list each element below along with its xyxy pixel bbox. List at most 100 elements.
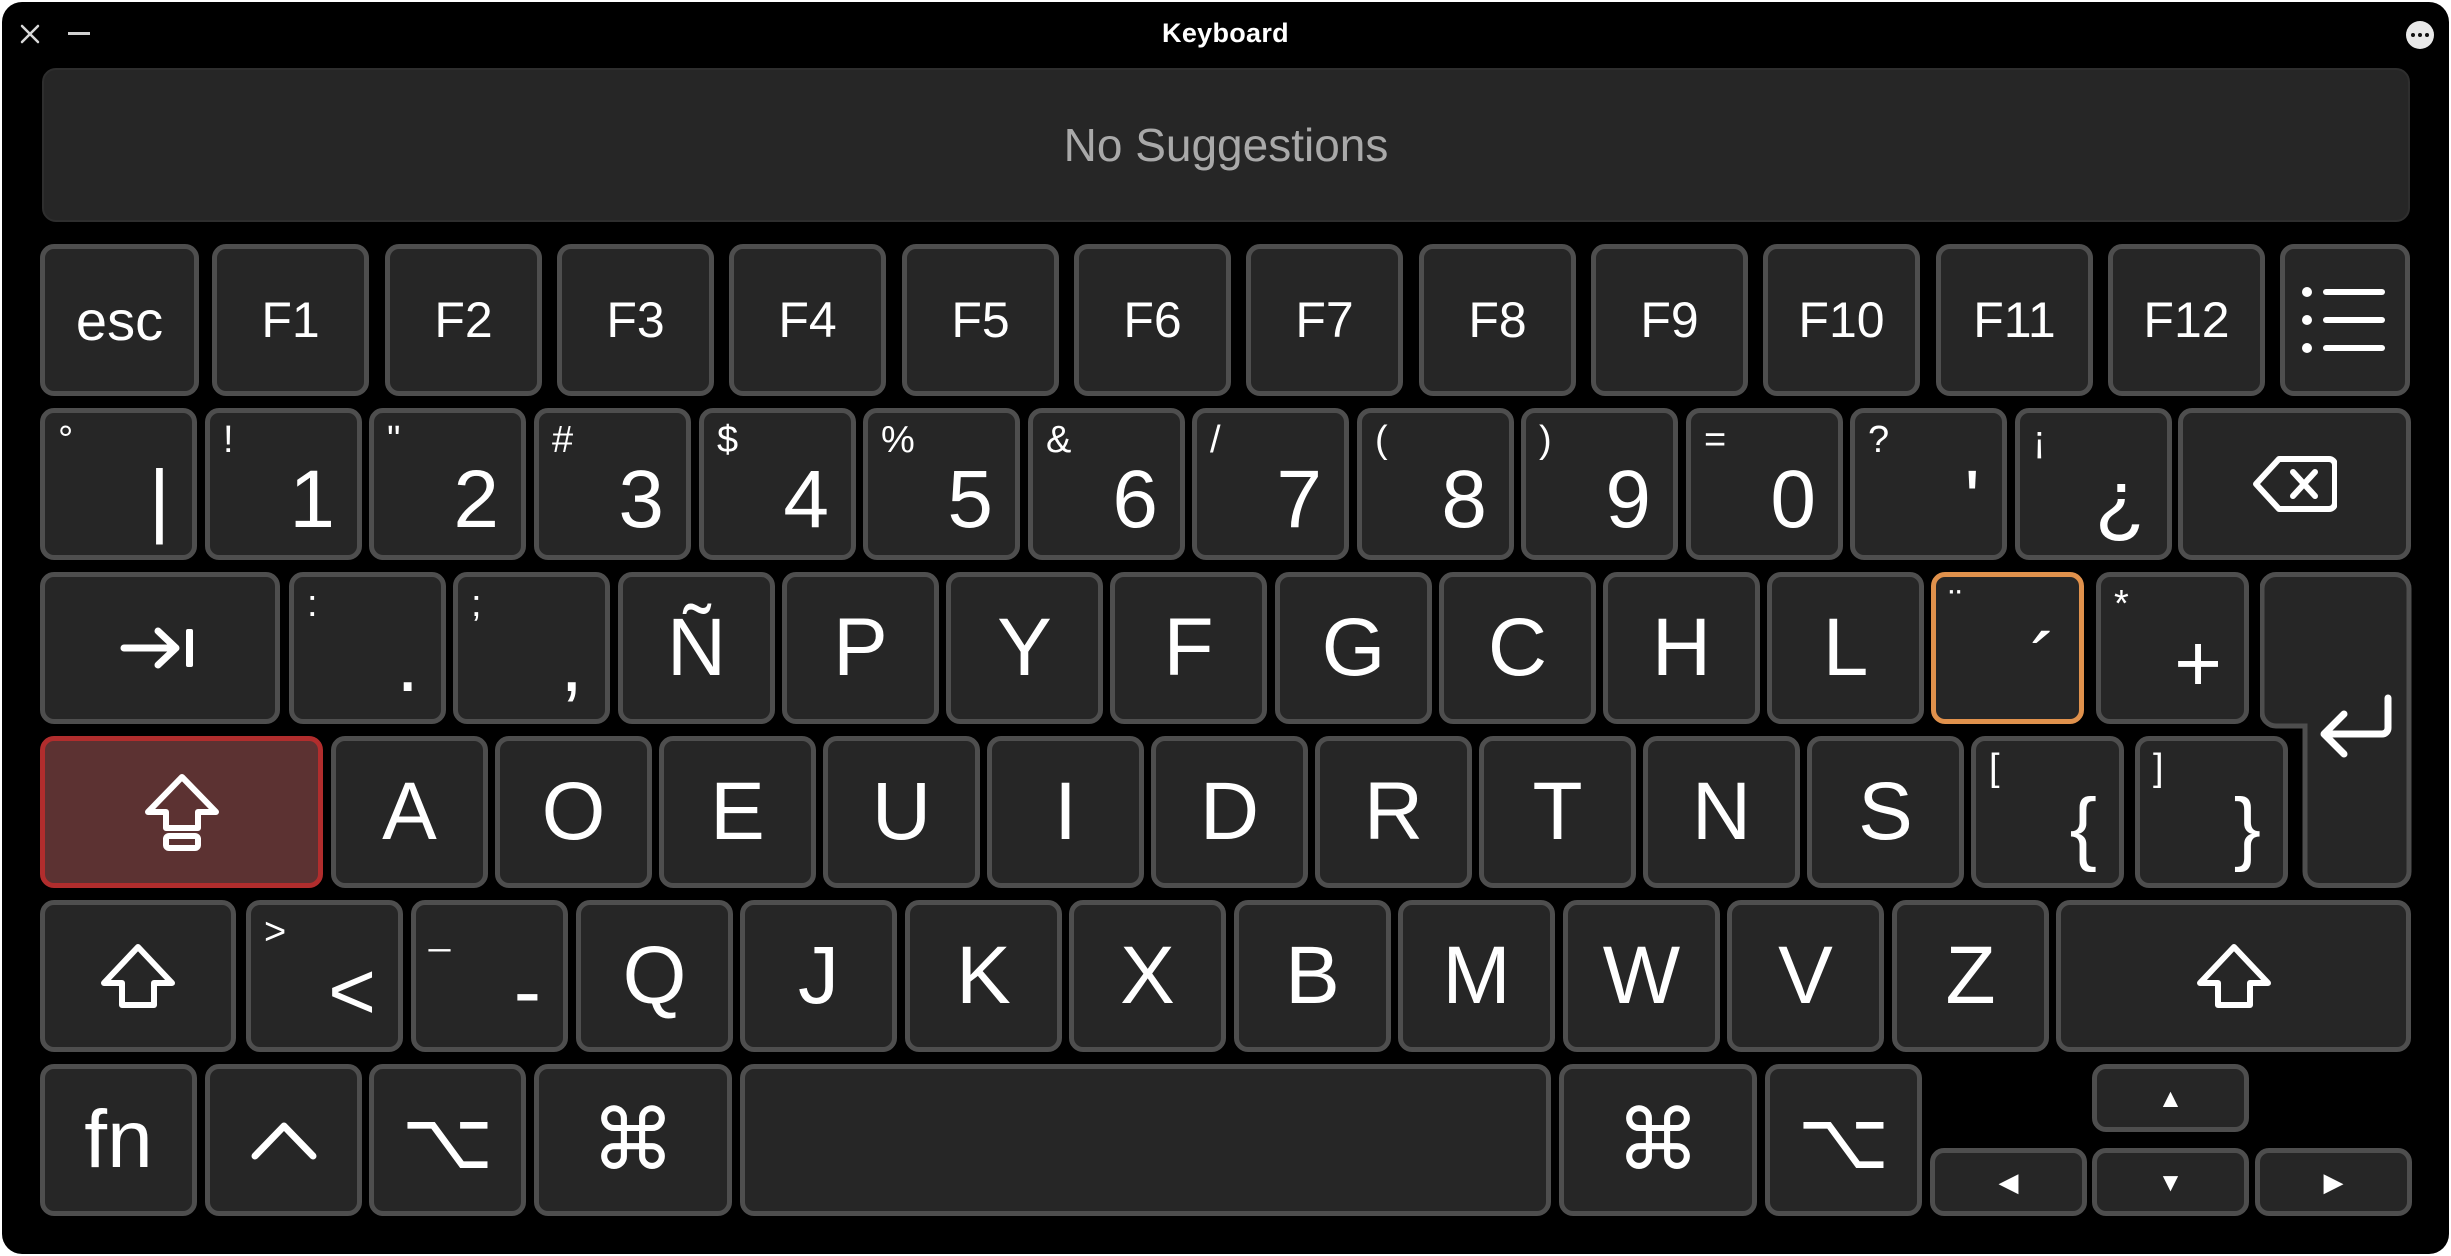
key-sup: % <box>881 419 915 461</box>
key-main: Z <box>1945 930 1996 1021</box>
f8-key[interactable]: F8 <box>1419 244 1576 396</box>
key-7[interactable]: /7 <box>1192 408 1349 560</box>
key-sup: " <box>387 419 401 461</box>
fn-key[interactable]: fn <box>40 1064 197 1216</box>
more-icon[interactable] <box>2406 21 2434 49</box>
key-m[interactable]: M <box>1398 900 1555 1052</box>
key-0[interactable]: = 0 <box>1686 408 1843 560</box>
f1-key[interactable]: F1 <box>212 244 369 396</box>
f12-key[interactable]: F12 <box>2108 244 2265 396</box>
key-a[interactable]: A <box>331 736 488 888</box>
key-2[interactable]: " 2 <box>369 408 526 560</box>
key-u[interactable]: U <box>823 736 980 888</box>
key-degree-pipe[interactable]: ° | <box>40 408 197 560</box>
f6-key[interactable]: F6 <box>1074 244 1231 396</box>
arrow-down-icon: ▼ <box>2157 1166 2184 1197</box>
key-n-tilde[interactable]: Ñ <box>618 572 775 724</box>
key-sup: = <box>1704 419 1727 461</box>
arrow-up-key[interactable]: ▲ <box>2092 1064 2249 1132</box>
key-apostrophe[interactable]: ? ' <box>1850 408 2007 560</box>
key-c[interactable]: C <box>1439 572 1596 724</box>
delete-key[interactable] <box>2178 408 2411 560</box>
key-x[interactable]: X <box>1069 900 1226 1052</box>
key-k[interactable]: K <box>905 900 1062 1052</box>
key-sup: : <box>307 583 318 625</box>
key-y[interactable]: Y <box>946 572 1103 724</box>
key-1[interactable]: ! 1 <box>205 408 362 560</box>
caps-lock-icon <box>45 741 318 883</box>
f3-key[interactable]: F3 <box>557 244 714 396</box>
option-icon: ⌥ <box>1797 1095 1890 1185</box>
key-hyphen[interactable]: _ - <box>411 900 568 1052</box>
caps-lock-key[interactable] <box>40 736 323 888</box>
control-key[interactable] <box>205 1064 362 1216</box>
key-e[interactable]: E <box>659 736 816 888</box>
key-main: 3 <box>618 454 664 545</box>
f7-key[interactable]: F7 <box>1246 244 1403 396</box>
key-acute-accent[interactable]: ¨ ´ <box>1931 572 2084 724</box>
key-6[interactable]: & 6 <box>1028 408 1185 560</box>
right-command-key[interactable]: ⌘ <box>1559 1064 1757 1216</box>
key-comma[interactable]: ;, <box>453 572 610 724</box>
key-t[interactable]: T <box>1479 736 1636 888</box>
f11-key[interactable]: F11 <box>1936 244 2093 396</box>
key-main: + <box>2174 618 2222 709</box>
f4-key[interactable]: F4 <box>729 244 886 396</box>
key-n[interactable]: N <box>1643 736 1800 888</box>
key-inverted-question[interactable]: ¡ ¿ <box>2015 408 2172 560</box>
key-sup: ° <box>58 419 74 461</box>
key-g[interactable]: G <box>1275 572 1432 724</box>
key-8[interactable]: (8 <box>1357 408 1514 560</box>
key-z[interactable]: Z <box>1892 900 2049 1052</box>
key-main: Ñ <box>666 602 727 693</box>
f5-key[interactable]: F5 <box>902 244 1059 396</box>
key-less-than[interactable]: > < <box>246 900 403 1052</box>
left-shift-key[interactable] <box>40 900 236 1052</box>
key-main: D <box>1199 766 1260 857</box>
key-o[interactable]: O <box>495 736 652 888</box>
f10-key[interactable]: F10 <box>1763 244 1920 396</box>
key-j[interactable]: J <box>740 900 897 1052</box>
key-p[interactable]: P <box>782 572 939 724</box>
right-option-key[interactable]: ⌥ <box>1765 1064 1922 1216</box>
key-right-brace[interactable]: ]} <box>2135 736 2288 888</box>
key-plus[interactable]: * + <box>2096 572 2249 724</box>
key-v[interactable]: V <box>1727 900 1884 1052</box>
key-4[interactable]: $4 <box>699 408 856 560</box>
space-bar[interactable] <box>740 1064 1551 1216</box>
tab-key[interactable] <box>40 572 280 724</box>
key-sup: * <box>2114 583 2129 625</box>
key-w[interactable]: W <box>1563 900 1720 1052</box>
key-left-brace[interactable]: [{ <box>1971 736 2124 888</box>
key-b[interactable]: B <box>1234 900 1391 1052</box>
key-s[interactable]: S <box>1807 736 1964 888</box>
key-main: 0 <box>1770 454 1816 545</box>
left-option-key[interactable]: ⌥ <box>369 1064 526 1216</box>
key-3[interactable]: #3 <box>534 408 691 560</box>
key-sup: / <box>1210 419 1221 461</box>
key-r[interactable]: R <box>1315 736 1472 888</box>
key-period[interactable]: :. <box>289 572 446 724</box>
key-5[interactable]: % 5 <box>863 408 1020 560</box>
key-9[interactable]: ) 9 <box>1521 408 1678 560</box>
key-main: ¿ <box>2094 454 2145 545</box>
key-q[interactable]: Q <box>576 900 733 1052</box>
key-l[interactable]: L <box>1767 572 1924 724</box>
key-label: F6 <box>1123 292 1182 348</box>
key-d[interactable]: D <box>1151 736 1308 888</box>
right-shift-key[interactable] <box>2056 900 2411 1052</box>
esc-key[interactable]: esc <box>40 244 199 396</box>
arrow-left-key[interactable]: ◀ <box>1930 1148 2087 1216</box>
key-h[interactable]: H <box>1603 572 1760 724</box>
key-f[interactable]: F <box>1110 572 1267 724</box>
key-main: I <box>1054 766 1077 857</box>
key-i[interactable]: I <box>987 736 1144 888</box>
left-command-key[interactable]: ⌘ <box>534 1064 732 1216</box>
arrow-down-key[interactable]: ▼ <box>2092 1148 2249 1216</box>
key-label: F4 <box>778 292 837 348</box>
menu-key[interactable] <box>2280 244 2410 396</box>
f2-key[interactable]: F2 <box>385 244 542 396</box>
arrow-right-key[interactable]: ▶ <box>2255 1148 2412 1216</box>
key-main: V <box>1778 930 1833 1021</box>
f9-key[interactable]: F9 <box>1591 244 1748 396</box>
